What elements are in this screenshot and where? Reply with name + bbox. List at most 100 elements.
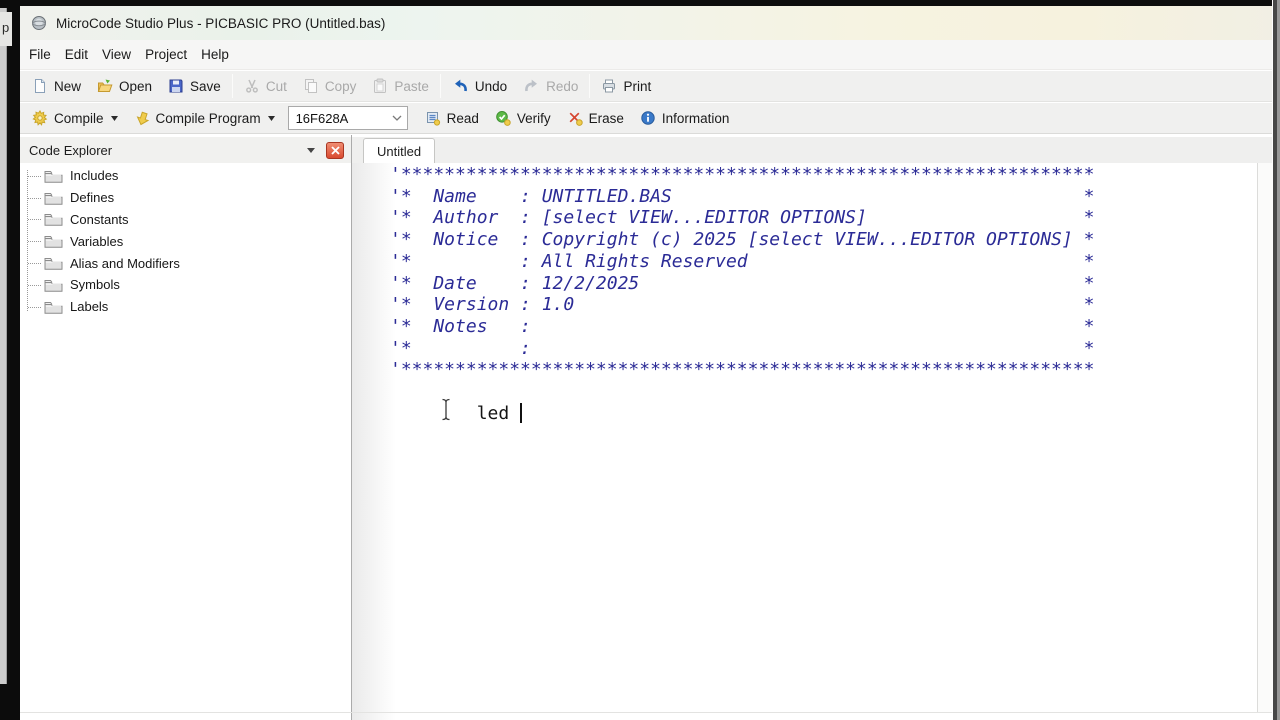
- code-line: '* : *: [390, 337, 1095, 359]
- information-button[interactable]: Information: [632, 105, 738, 131]
- device-select-value: 16F628A: [295, 110, 349, 126]
- code-line: '* Date : 12/2/2025 *: [390, 272, 1095, 294]
- device-select[interactable]: 16F628A: [287, 106, 408, 130]
- tree-item[interactable]: Labels: [20, 296, 350, 318]
- tree-item[interactable]: Includes: [20, 165, 350, 187]
- chevron-down-icon: [392, 115, 402, 121]
- titlebar[interactable]: MicroCode Studio Plus - PICBASIC PRO (Un…: [20, 6, 1280, 40]
- erase-button[interactable]: Erase: [559, 105, 632, 131]
- print-button-label: Print: [623, 78, 652, 94]
- copy-button-label: Copy: [324, 78, 357, 94]
- code-explorer-tree: Includes Defines Constants Variables Ali…: [20, 165, 350, 720]
- open-folder-icon: [97, 78, 113, 94]
- background-scrollbar: [0, 8, 7, 684]
- folder-icon: [44, 256, 63, 270]
- editor-tabstrip: Untitled: [352, 137, 1272, 163]
- code-explorer-title: Code Explorer: [29, 142, 113, 158]
- verify-check-icon: [495, 110, 511, 126]
- tab-label: Untitled: [377, 143, 422, 159]
- save-button[interactable]: Save: [160, 73, 229, 99]
- read-button-label: Read: [446, 110, 479, 126]
- code-comment-block: '***************************************…: [390, 164, 1094, 381]
- tree-item[interactable]: Constants: [20, 209, 350, 231]
- tree-item[interactable]: Symbols: [20, 274, 350, 296]
- folder-icon: [44, 191, 63, 205]
- cut-button[interactable]: Cut: [236, 73, 295, 99]
- folder-icon: [44, 169, 63, 183]
- copy-pages-icon: [303, 78, 319, 94]
- typed-code-line: led: [390, 381, 523, 446]
- tree-item-label: Constants: [70, 211, 129, 227]
- folder-icon: [44, 212, 63, 227]
- tab-untitled[interactable]: Untitled: [363, 138, 436, 163]
- file-toolbar: New Open Save Cut Copy Paste Undo Redo P…: [20, 71, 1280, 102]
- information-button-label: Information: [661, 110, 730, 126]
- typed-text: led: [476, 402, 521, 424]
- verify-button-label: Verify: [516, 110, 551, 126]
- compile-button-label: Compile: [54, 110, 104, 126]
- menubar: File Edit View Project Help: [20, 40, 1280, 70]
- open-button-label: Open: [119, 78, 153, 94]
- code-explorer-close-button[interactable]: [326, 141, 344, 159]
- compile-program-arrow-icon: [134, 110, 150, 126]
- redo-button-label: Redo: [546, 78, 579, 94]
- code-explorer-header: Code Explorer: [20, 137, 351, 163]
- copy-button[interactable]: Copy: [295, 73, 365, 99]
- undo-button[interactable]: Undo: [444, 73, 515, 99]
- toolbar-separator: [231, 74, 233, 98]
- paste-clipboard-icon: [372, 78, 388, 94]
- tree-item[interactable]: Defines: [20, 187, 350, 209]
- undo-button-label: Undo: [474, 78, 508, 94]
- menu-item[interactable]: Edit: [58, 47, 95, 62]
- code-line: '* Name : UNTITLED.BAS *: [390, 185, 1095, 207]
- code-line: '* : All Rights Reserved *: [390, 250, 1095, 272]
- redo-button[interactable]: Redo: [515, 73, 586, 99]
- print-button[interactable]: Print: [593, 73, 659, 99]
- background-window-edge: p: [0, 0, 20, 720]
- folder-icon: [44, 234, 63, 249]
- tree-item[interactable]: Alias and Modifiers: [20, 252, 350, 274]
- paste-button[interactable]: Paste: [364, 73, 437, 99]
- tree-item-label: Alias and Modifiers: [70, 255, 180, 271]
- editor-vertical-scrollbar[interactable]: [1257, 163, 1272, 712]
- menu-item[interactable]: View: [95, 47, 138, 62]
- chevron-down-icon: [267, 115, 275, 121]
- tree-item-label: Labels: [70, 299, 109, 315]
- tree-item-label: Variables: [70, 233, 124, 249]
- tree-item[interactable]: Variables: [20, 230, 350, 252]
- code-line: '* Notes : *: [390, 315, 1095, 337]
- menu-item[interactable]: Help: [194, 47, 236, 62]
- text-caret: [520, 402, 523, 423]
- print-icon: [601, 78, 617, 94]
- background-partial-text: p: [0, 12, 12, 46]
- folder-icon: [44, 278, 63, 292]
- new-button[interactable]: New: [24, 73, 89, 99]
- undo-arrow-icon: [452, 78, 469, 94]
- new-button-label: New: [54, 78, 82, 94]
- window-right-border: [1272, 0, 1280, 720]
- menu-item[interactable]: Project: [138, 47, 194, 62]
- toolbar-separator: [439, 74, 441, 98]
- tree-item-label: Defines: [70, 190, 115, 206]
- open-button[interactable]: Open: [89, 73, 160, 99]
- code-line: '* Version : 1.0 *: [390, 294, 1095, 316]
- compile-program-button[interactable]: Compile Program: [126, 105, 283, 131]
- main-area: Code Explorer Includes Defines Constants: [20, 135, 1280, 720]
- code-editor[interactable]: '***************************************…: [352, 163, 1257, 720]
- tree-item-label: Includes: [70, 168, 119, 184]
- code-explorer-menu-arrow[interactable]: [307, 147, 315, 153]
- code-line: '* Author : [select VIEW...EDITOR OPTION…: [390, 207, 1095, 229]
- tree-item-label: Symbols: [70, 277, 120, 293]
- information-icon: [640, 110, 656, 126]
- window-bottom-edge: [20, 712, 1272, 713]
- menu-item[interactable]: File: [22, 47, 58, 62]
- compile-toolbar: Compile Compile Program 16F628A Read Ver…: [20, 103, 1280, 134]
- read-button[interactable]: Read: [417, 105, 487, 131]
- verify-button[interactable]: Verify: [487, 105, 559, 131]
- ibeam-cursor: [440, 398, 452, 426]
- code-line: '* Notice : Copyright (c) 2025 [select V…: [390, 229, 1095, 251]
- read-chip-icon: [425, 110, 441, 126]
- compile-button[interactable]: Compile: [24, 105, 126, 131]
- app-window: MicroCode Studio Plus - PICBASIC PRO (Un…: [20, 0, 1280, 720]
- code-line: '***************************************…: [390, 359, 1095, 381]
